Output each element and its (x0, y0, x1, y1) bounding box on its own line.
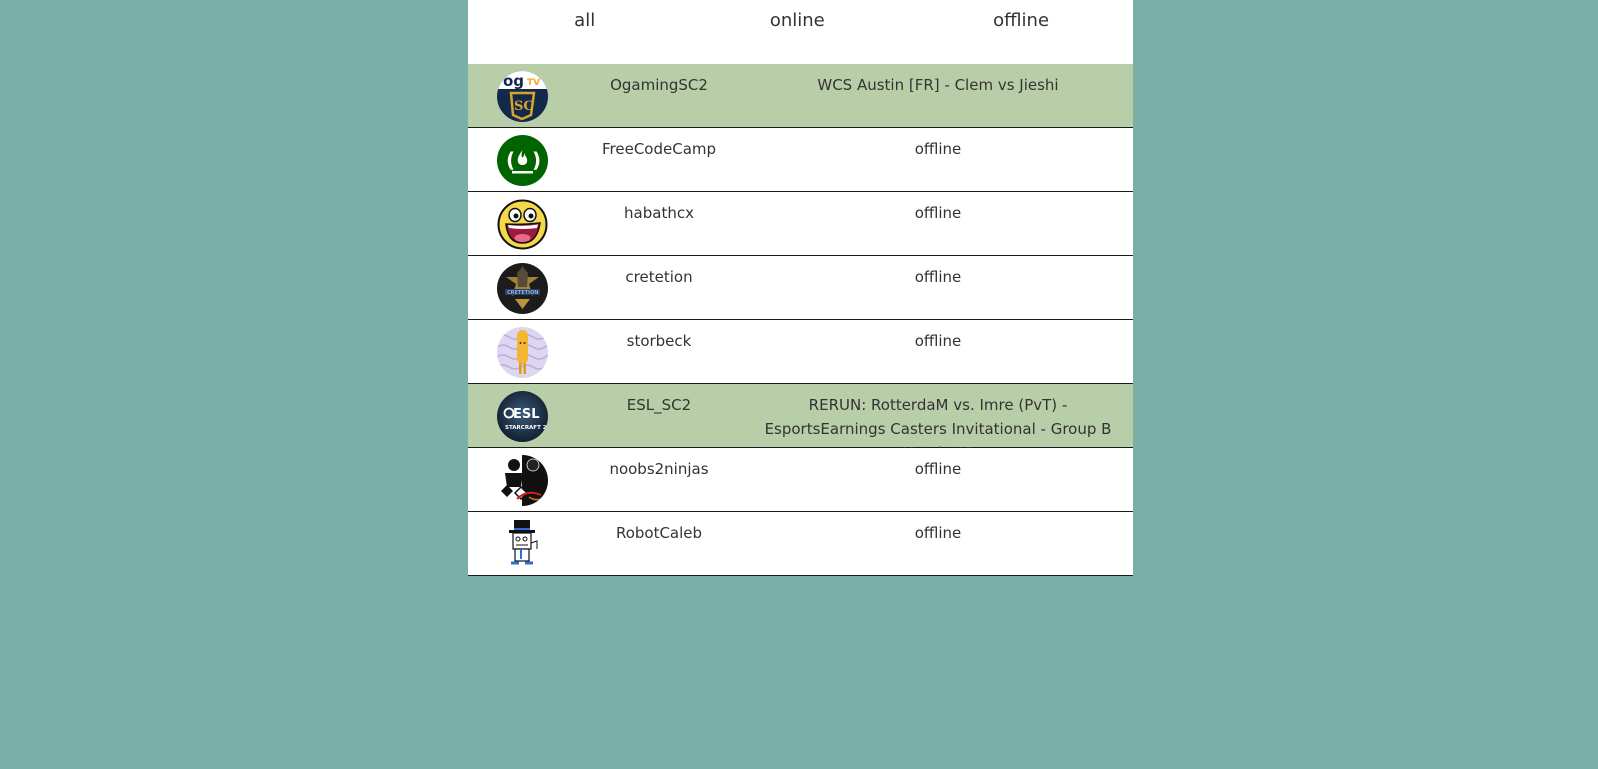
channel-status: offline (914, 524, 962, 542)
channel-name[interactable]: FreeCodeCamp (573, 139, 745, 159)
robotcaleb-avatar-icon[interactable] (497, 519, 548, 570)
channel-status: WCS Austin [FR] - Clem vs Jieshi (817, 76, 1059, 94)
ogtv-logo-icon[interactable]: og TV SC (497, 71, 548, 122)
noobs2ninjas-logo-icon[interactable] (497, 455, 548, 506)
svg-text:(: ( (506, 148, 515, 172)
channel-row-habathcx: habathcx offline (468, 192, 1133, 256)
svg-text:TV: TV (527, 78, 540, 88)
channel-status: offline (914, 140, 962, 158)
channel-status: offline (914, 204, 962, 222)
channel-row-ogamingsc2: og TV SC OgamingSC2 WCS Austin [FR] - Cl… (468, 64, 1133, 128)
svg-text:CRETETION: CRETETION (507, 290, 538, 296)
freecodecamp-logo-icon[interactable]: ( ) (497, 135, 548, 186)
channel-status: offline (914, 268, 962, 286)
filter-offline-button[interactable]: offline (909, 0, 1133, 64)
channel-name[interactable]: OgamingSC2 (573, 75, 745, 95)
storbeck-avatar-icon[interactable] (497, 327, 548, 378)
filter-bar: all online offline (468, 0, 1133, 64)
cretetion-logo-icon[interactable]: CRETETION (497, 263, 548, 314)
svg-text:SC: SC (514, 99, 534, 114)
channel-status: offline (914, 332, 962, 350)
streams-panel: all online offline og TV SC OgamingSC2 W… (468, 0, 1133, 576)
svg-text:STARCRAFT 2: STARCRAFT 2 (505, 425, 547, 431)
channel-row-esl-sc2: ESL STARCRAFT 2 ESL_SC2 RERUN: RotterdaM… (468, 384, 1133, 462)
filter-all-button[interactable]: all (468, 0, 685, 64)
channel-row-storbeck: storbeck offline (468, 320, 1133, 384)
svg-text:ESL: ESL (513, 407, 540, 422)
channel-list: og TV SC OgamingSC2 WCS Austin [FR] - Cl… (468, 64, 1133, 576)
channel-row-noobs2ninjas: noobs2ninjas offline (468, 448, 1133, 512)
channel-name[interactable]: habathcx (573, 203, 745, 223)
filter-online-button[interactable]: online (685, 0, 909, 64)
channel-row-freecodecamp: ( ) FreeCodeCamp offline (468, 128, 1133, 192)
svg-text:og: og (503, 72, 524, 90)
svg-text:): ) (532, 148, 541, 172)
channel-name[interactable]: storbeck (573, 331, 745, 351)
channel-row-robotcaleb: RobotCaleb offline (468, 512, 1133, 576)
channel-name[interactable]: RobotCaleb (573, 523, 745, 543)
awesome-smiley-icon[interactable] (497, 199, 548, 250)
esl-starcraft2-logo-icon[interactable]: ESL STARCRAFT 2 (497, 391, 548, 442)
channel-status: offline (914, 460, 962, 478)
channel-row-cretetion: CRETETION cretetion offline (468, 256, 1133, 320)
channel-name[interactable]: noobs2ninjas (573, 459, 745, 479)
channel-name[interactable]: ESL_SC2 (573, 395, 745, 415)
channel-name[interactable]: cretetion (573, 267, 745, 287)
